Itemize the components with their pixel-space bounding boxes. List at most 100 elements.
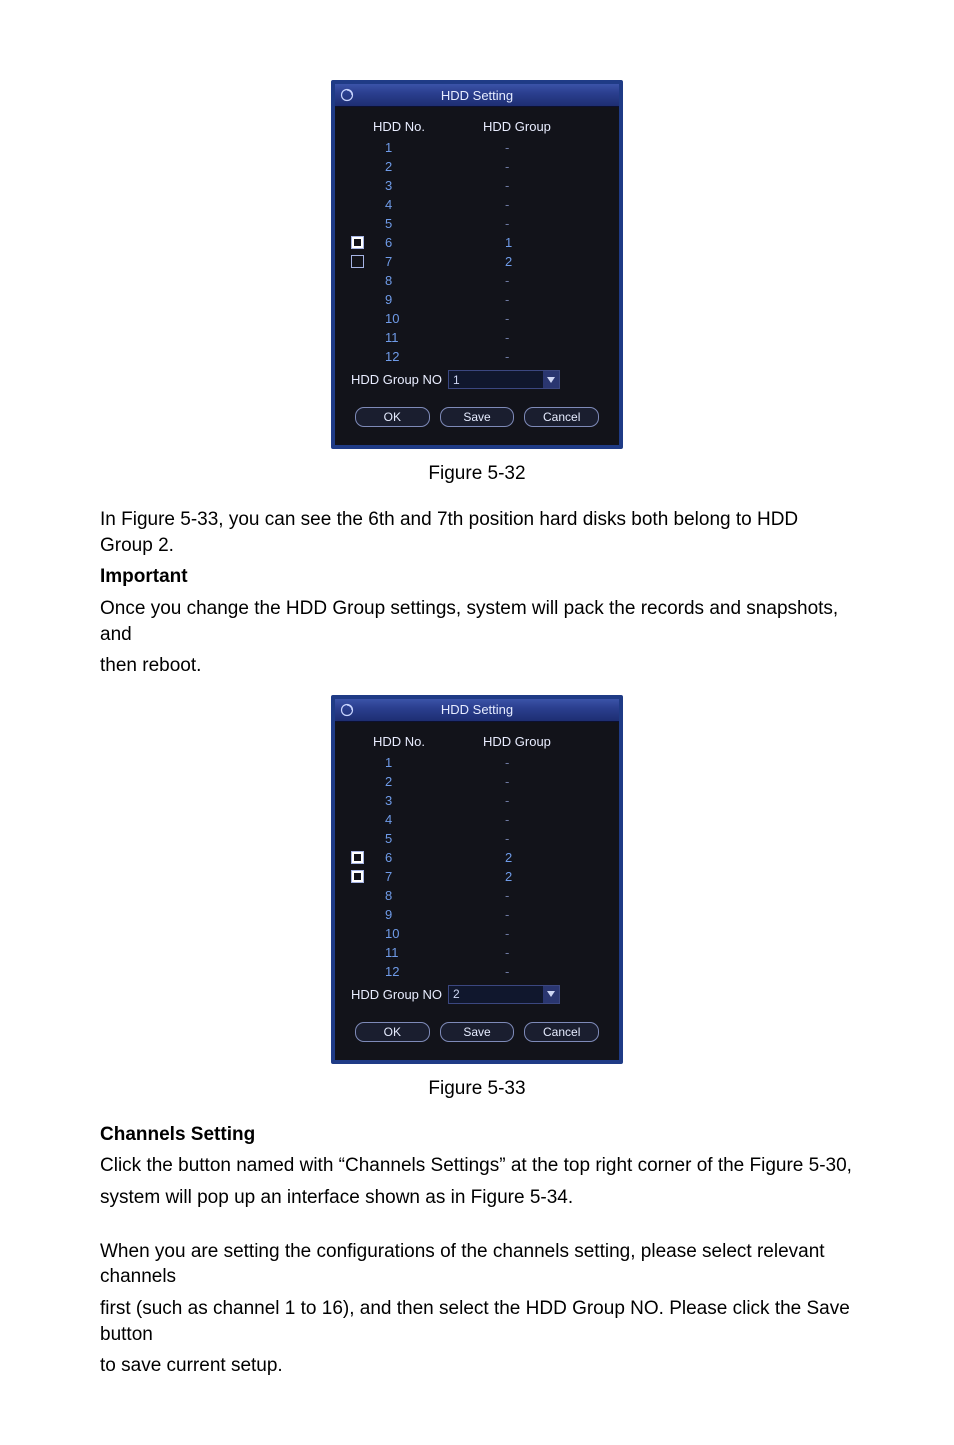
header-hdd-no: HDD No. [373, 119, 453, 134]
row-checkbox-cell [351, 274, 373, 287]
hdd-setting-dialog-2: HDD Setting HDD No. HDD Group 1-2-3-4-5-… [331, 695, 623, 1064]
table-row: 4- [351, 195, 603, 214]
save-button[interactable]: Save [440, 1022, 515, 1042]
row-hdd-group: - [465, 216, 603, 231]
row-checkbox-cell [351, 794, 373, 807]
table-row: 10- [351, 924, 603, 943]
row-checkbox[interactable] [351, 870, 364, 883]
row-checkbox-cell [351, 965, 373, 978]
dialog-icon [335, 88, 359, 102]
table-row: 11- [351, 943, 603, 962]
row-hdd-no: 2 [373, 774, 465, 789]
ok-button-label: OK [384, 1025, 401, 1039]
row-hdd-group: - [465, 888, 603, 903]
row-hdd-group: - [465, 311, 603, 326]
row-hdd-group: 2 [465, 869, 603, 884]
row-hdd-no: 3 [373, 793, 465, 808]
table-header: HDD No. HDD Group [351, 732, 603, 751]
dialog-title: HDD Setting [359, 702, 595, 717]
button-row: OK Save Cancel [351, 407, 603, 439]
row-hdd-no: 9 [373, 907, 465, 922]
row-hdd-group: - [465, 178, 603, 193]
row-checkbox-cell [351, 293, 373, 306]
paragraph-4-line-1: When you are setting the configurations … [100, 1239, 854, 1290]
row-checkbox-cell [351, 851, 373, 864]
table-row: 5- [351, 829, 603, 848]
table-row: 5- [351, 214, 603, 233]
row-checkbox-cell [351, 832, 373, 845]
table-row: 4- [351, 810, 603, 829]
row-checkbox-cell [351, 331, 373, 344]
row-checkbox-cell [351, 870, 373, 883]
row-hdd-no: 11 [373, 945, 465, 960]
ok-button-label: OK [384, 410, 401, 424]
dialog-icon [335, 703, 359, 717]
row-hdd-group: - [465, 926, 603, 941]
row-checkbox[interactable] [351, 255, 364, 268]
hdd-group-no-value: 2 [449, 987, 543, 1001]
figure-5-32-container: HDD Setting HDD No. HDD Group 1-2-3-4-5-… [100, 80, 854, 449]
table-row: 10- [351, 309, 603, 328]
row-checkbox[interactable] [351, 851, 364, 864]
hdd-group-no-select[interactable]: 1 [448, 370, 560, 389]
row-checkbox-cell [351, 889, 373, 902]
cancel-button-label: Cancel [543, 410, 580, 424]
row-checkbox-cell [351, 255, 373, 268]
row-hdd-group: - [465, 140, 603, 155]
row-hdd-no: 6 [373, 850, 465, 865]
row-hdd-group: - [465, 349, 603, 364]
dialog-titlebar: HDD Setting [335, 699, 619, 722]
ok-button[interactable]: OK [355, 1022, 430, 1042]
header-hdd-group: HDD Group [453, 119, 603, 134]
paragraph-3-line-1: Click the button named with “Channels Se… [100, 1153, 854, 1179]
figure-5-33-caption: Figure 5-33 [100, 1078, 854, 1100]
dialog-body: HDD No. HDD Group 1-2-3-4-5-62728-9-10-1… [335, 722, 619, 1060]
table-row: 2- [351, 772, 603, 791]
row-hdd-no: 7 [373, 254, 465, 269]
header-hdd-group: HDD Group [453, 734, 603, 749]
table-row: 61 [351, 233, 603, 252]
row-hdd-group: - [465, 812, 603, 827]
save-button[interactable]: Save [440, 407, 515, 427]
row-hdd-no: 7 [373, 869, 465, 884]
paragraph-3-line-2: system will pop up an interface shown as… [100, 1185, 854, 1211]
row-checkbox-cell [351, 179, 373, 192]
hdd-group-no-label: HDD Group NO [351, 987, 442, 1002]
row-hdd-no: 10 [373, 311, 465, 326]
table-rows: 1-2-3-4-5-61728-9-10-11-12- [351, 138, 603, 366]
dropdown-arrow-icon [543, 371, 559, 388]
row-hdd-no: 3 [373, 178, 465, 193]
row-hdd-no: 10 [373, 926, 465, 941]
row-hdd-group: 2 [465, 254, 603, 269]
row-hdd-no: 11 [373, 330, 465, 345]
row-checkbox-cell [351, 312, 373, 325]
table-row: 9- [351, 290, 603, 309]
row-checkbox-cell [351, 908, 373, 921]
hdd-group-no-label: HDD Group NO [351, 372, 442, 387]
row-hdd-no: 8 [373, 273, 465, 288]
important-heading: Important [100, 564, 854, 590]
spacer [100, 685, 854, 695]
row-hdd-group: - [465, 964, 603, 979]
row-hdd-no: 4 [373, 197, 465, 212]
row-checkbox-cell [351, 236, 373, 249]
row-hdd-no: 4 [373, 812, 465, 827]
cancel-button[interactable]: Cancel [524, 1022, 599, 1042]
row-hdd-no: 6 [373, 235, 465, 250]
table-row: 12- [351, 347, 603, 366]
row-hdd-no: 1 [373, 140, 465, 155]
table-row: 72 [351, 252, 603, 271]
channels-setting-heading: Channels Setting [100, 1122, 854, 1148]
table-row: 12- [351, 962, 603, 981]
row-checkbox[interactable] [351, 236, 364, 249]
table-row: 8- [351, 886, 603, 905]
row-checkbox-cell [351, 141, 373, 154]
header-hdd-no: HDD No. [373, 734, 453, 749]
ok-button[interactable]: OK [355, 407, 430, 427]
row-hdd-group: - [465, 159, 603, 174]
paragraph-2-line-2: then reboot. [100, 653, 854, 679]
hdd-group-no-select[interactable]: 2 [448, 985, 560, 1004]
cancel-button[interactable]: Cancel [524, 407, 599, 427]
row-checkbox-cell [351, 946, 373, 959]
table-row: 3- [351, 176, 603, 195]
